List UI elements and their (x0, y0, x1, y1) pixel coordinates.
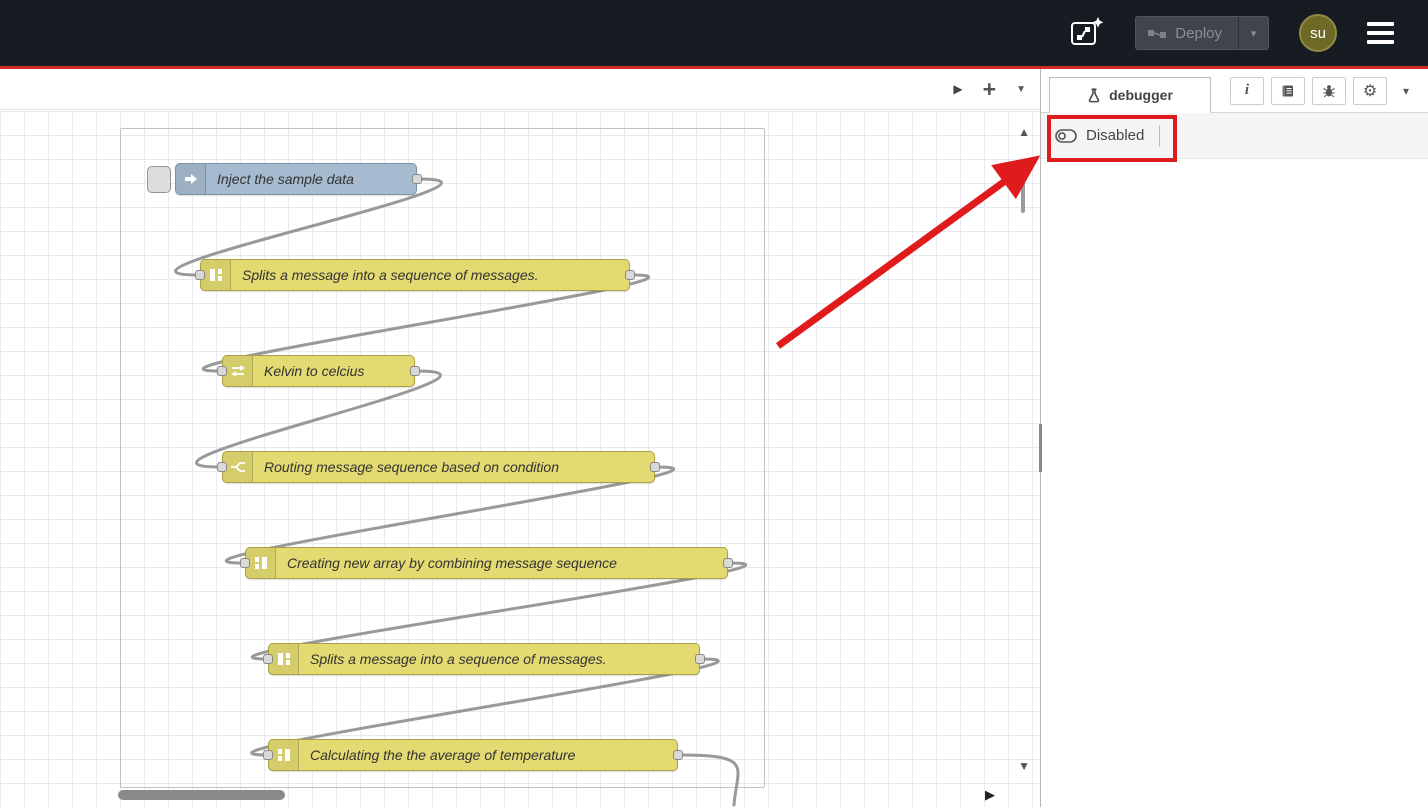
disabled-toggle-button[interactable]: Disabled (1086, 127, 1144, 144)
output-port[interactable] (410, 366, 420, 376)
horizontal-scrollbar-thumb[interactable] (118, 790, 285, 800)
output-port[interactable] (625, 270, 635, 280)
function-icon (223, 356, 253, 386)
node-switch[interactable]: Routing message sequence based on condit… (222, 451, 655, 483)
right-sidebar: debugger i (1040, 69, 1428, 807)
split-icon (269, 644, 299, 674)
output-port[interactable] (650, 462, 660, 472)
node-split[interactable]: Splits a message into a sequence of mess… (200, 259, 630, 291)
toggle-icon (1055, 129, 1077, 143)
inject-trigger-button[interactable] (147, 166, 171, 193)
join-icon (246, 548, 276, 578)
debug-bug-button[interactable] (1312, 77, 1346, 105)
flow-assistant-icon[interactable] (1069, 15, 1105, 51)
scroll-tabs-right-icon[interactable]: ▶ (953, 82, 962, 96)
tab-debugger[interactable]: debugger (1049, 77, 1211, 113)
sidebar-collapse-icon[interactable]: ▾ (1394, 84, 1418, 98)
deploy-icon (1148, 28, 1166, 39)
sidebar-toolbar: i ⚙ (1230, 77, 1428, 105)
wire (680, 755, 738, 805)
main-area: ▶ + ▼ (0, 69, 1428, 807)
help-book-button[interactable] (1271, 77, 1305, 105)
add-flow-button[interactable]: + (983, 78, 996, 101)
output-port[interactable] (412, 174, 422, 184)
input-port[interactable] (240, 558, 250, 568)
switch-icon (223, 452, 253, 482)
tab-label: debugger (1109, 87, 1173, 103)
info-button[interactable]: i (1230, 77, 1264, 105)
flow-canvas-region: ▶ + ▼ (0, 69, 1040, 807)
header-bar: Deploy ▾ su (0, 0, 1428, 66)
flow-list-dropdown-icon[interactable]: ▼ (1016, 84, 1026, 95)
node-label: Calculating the the average of temperatu… (299, 740, 586, 770)
output-port[interactable] (673, 750, 683, 760)
node-inject[interactable]: Inject the sample data (175, 163, 417, 195)
split-icon (201, 260, 231, 290)
deploy-label: Deploy (1175, 25, 1222, 42)
sidebar-resize-handle[interactable] (1039, 424, 1042, 472)
node-red-app: Deploy ▾ su ▶ + ▼ (0, 0, 1428, 807)
input-port[interactable] (263, 654, 273, 664)
scroll-down-icon[interactable]: ▼ (1018, 759, 1030, 773)
vertical-scrollbar-thumb[interactable] (1021, 161, 1025, 213)
flask-icon (1087, 88, 1101, 103)
node-label: Splits a message into a sequence of mess… (299, 644, 618, 674)
node-label: Creating new array by combining message … (276, 548, 628, 578)
debugger-disabled-row: Disabled (1041, 113, 1428, 159)
node-label: Splits a message into a sequence of mess… (231, 260, 550, 290)
input-port[interactable] (195, 270, 205, 280)
button-divider (1159, 125, 1160, 147)
input-port[interactable] (217, 366, 227, 376)
deploy-button[interactable]: Deploy ▾ (1135, 16, 1269, 50)
user-avatar[interactable]: su (1299, 14, 1337, 52)
join-icon (269, 740, 299, 770)
scroll-right-icon[interactable]: ▶ (985, 787, 995, 803)
sidebar-tab-bar: debugger i (1041, 69, 1428, 113)
main-menu-icon[interactable] (1367, 22, 1394, 44)
node-average[interactable]: Calculating the the average of temperatu… (268, 739, 678, 771)
flow-canvas[interactable]: Inject the sample data Splits a message … (0, 111, 1040, 807)
node-split[interactable]: Splits a message into a sequence of mess… (268, 643, 700, 675)
inject-icon (176, 164, 206, 194)
output-port[interactable] (695, 654, 705, 664)
workspace-tab-toolbar: ▶ + ▼ (0, 69, 1040, 110)
output-port[interactable] (723, 558, 733, 568)
scroll-up-icon[interactable]: ▲ (1018, 125, 1030, 139)
node-join[interactable]: Creating new array by combining message … (245, 547, 728, 579)
node-label: Kelvin to celcius (253, 356, 375, 386)
node-function[interactable]: Kelvin to celcius (222, 355, 415, 387)
node-label: Routing message sequence based on condit… (253, 452, 570, 482)
deploy-options-caret[interactable]: ▾ (1238, 17, 1268, 49)
settings-gear-button[interactable]: ⚙ (1353, 77, 1387, 105)
input-port[interactable] (263, 750, 273, 760)
input-port[interactable] (217, 462, 227, 472)
node-label: Inject the sample data (206, 164, 365, 194)
